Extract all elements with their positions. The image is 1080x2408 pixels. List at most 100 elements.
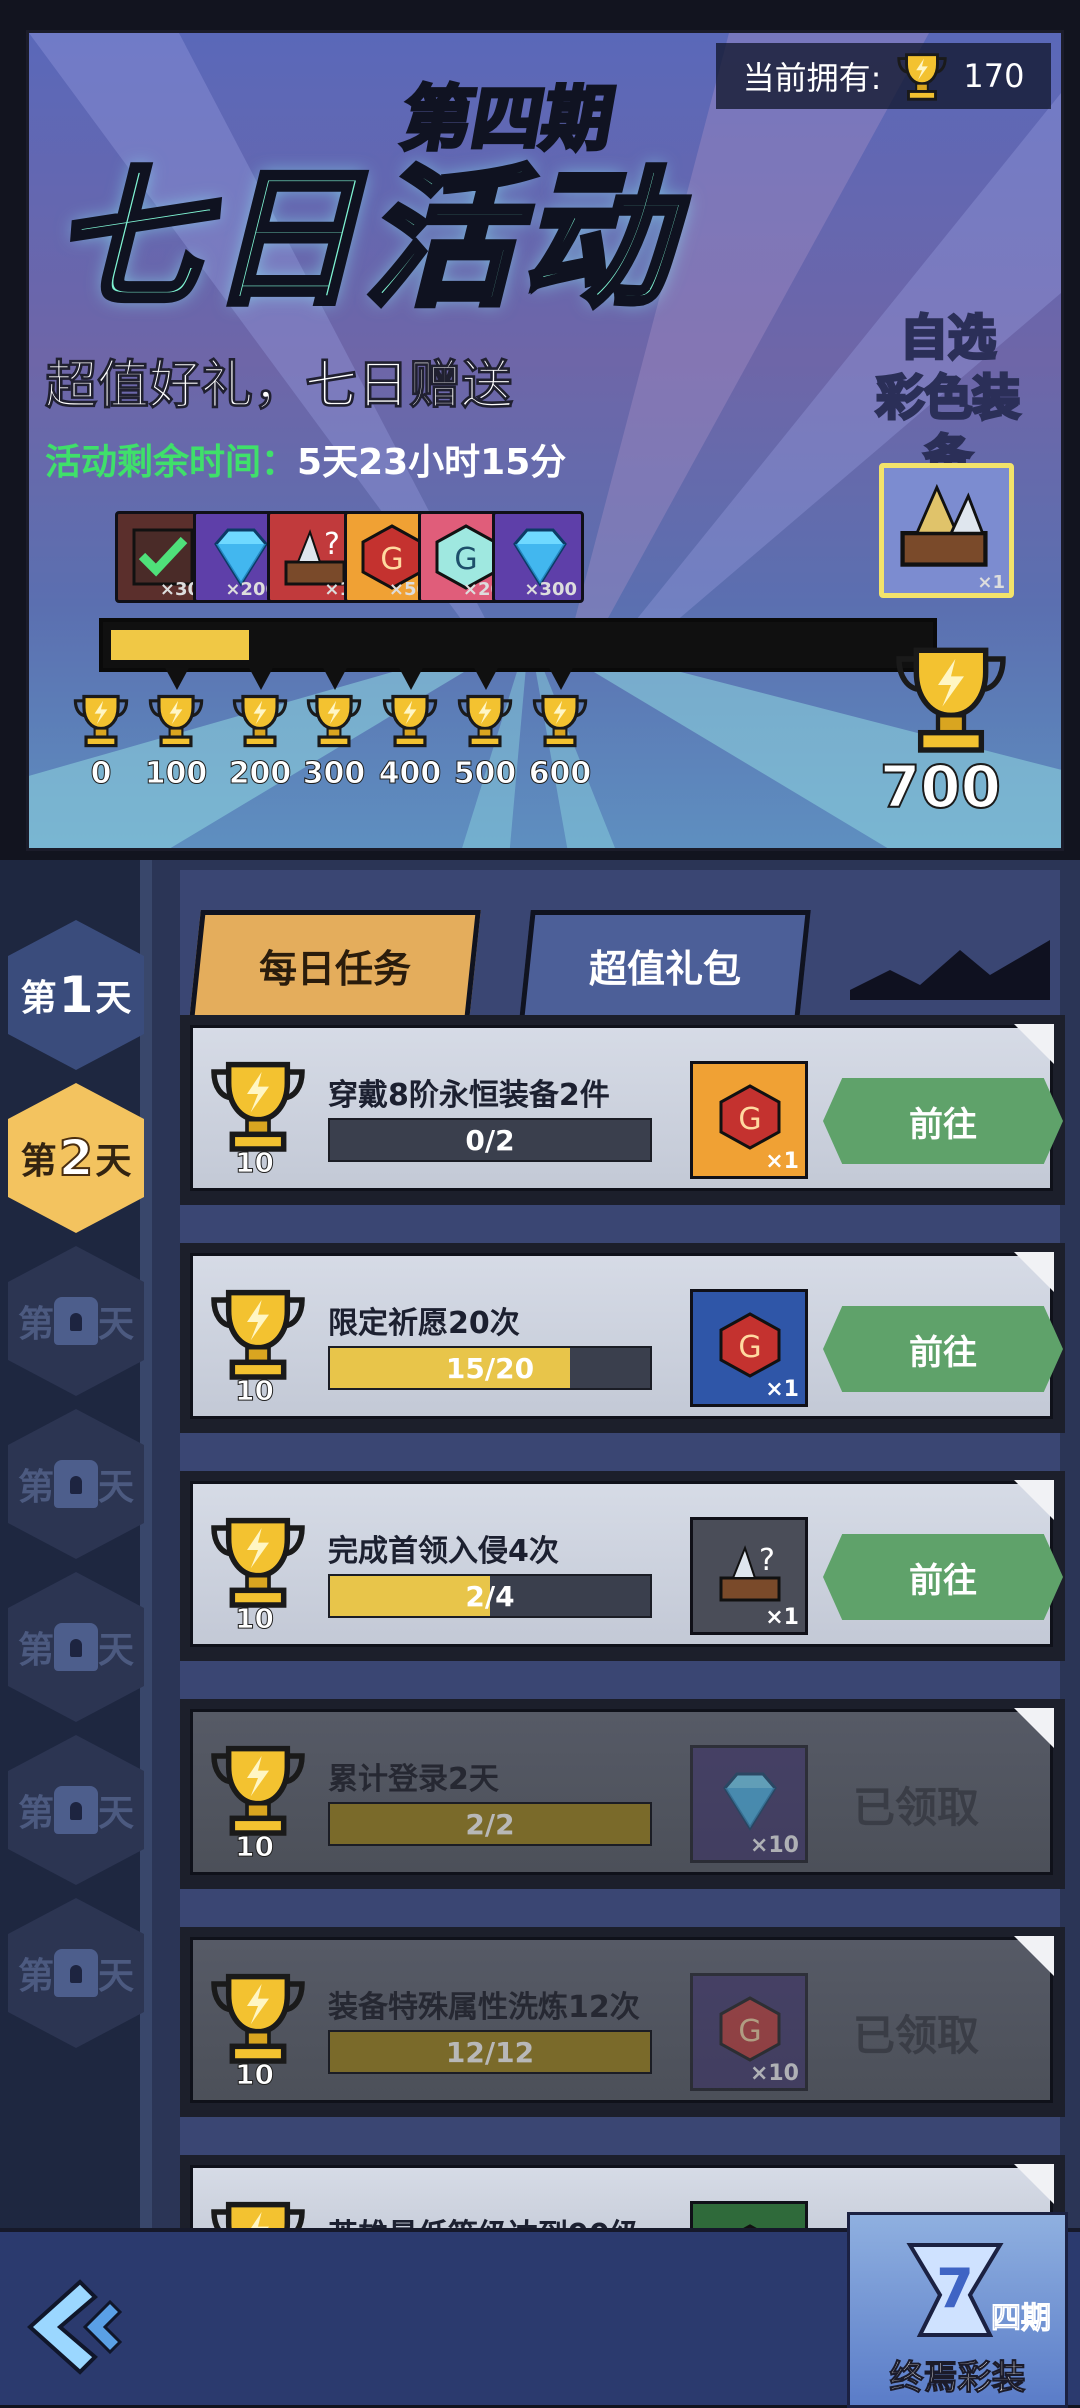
trophy-icon bbox=[457, 694, 513, 748]
task-trophy-icon bbox=[203, 1050, 313, 1160]
svg-text:?: ? bbox=[759, 1543, 775, 1578]
back-button[interactable] bbox=[20, 2277, 150, 2377]
timer-value: 5天23小时15分 bbox=[297, 442, 567, 483]
task-points: 10 bbox=[235, 2058, 275, 2092]
task-progress-text: 15/20 bbox=[445, 1352, 535, 1385]
task-reward-count: ×10 bbox=[749, 2061, 799, 2086]
day-prefix: 第 bbox=[17, 1467, 54, 1508]
task-reward-item[interactable]: ×10 bbox=[690, 1745, 808, 1863]
claimed-status: 已领取 bbox=[853, 1783, 980, 1832]
lock-icon bbox=[54, 1949, 98, 1997]
day-suffix: 天 bbox=[98, 1630, 135, 1671]
trophy-icon bbox=[148, 694, 204, 748]
milestone-reward-diamond-icon[interactable]: ×300 bbox=[492, 511, 584, 603]
day-suffix: 天 bbox=[98, 1304, 135, 1345]
task-points: 10 bbox=[235, 1602, 275, 1636]
milestone-marker bbox=[547, 664, 575, 690]
card-corner bbox=[1014, 1024, 1054, 1064]
card-corner bbox=[1014, 1708, 1054, 1748]
milestone-marker bbox=[163, 664, 191, 690]
milestone-marker bbox=[397, 664, 425, 690]
task-trophy-icon bbox=[203, 1506, 313, 1616]
task-row: 10 装备特殊属性洗炼12次 12/12 G ×10 已领取 bbox=[180, 1927, 1065, 2117]
svg-text:G: G bbox=[738, 2014, 761, 2049]
day-prefix: 第 bbox=[17, 1304, 54, 1345]
milestone-600: 600 bbox=[515, 688, 605, 792]
card-corner bbox=[1014, 2164, 1054, 2204]
trophy-icon bbox=[211, 1745, 305, 1836]
sidebar-rail bbox=[140, 860, 152, 2260]
task-progress-bar: 2/4 bbox=[328, 1574, 652, 1618]
task-card: 10 限定祈愿20次 15/20 G ×1 前往 bbox=[190, 1252, 1063, 1419]
task-row: 10 限定祈愿20次 15/20 G ×1 前往 bbox=[180, 1243, 1065, 1433]
day-prefix: 第 bbox=[17, 1793, 54, 1834]
task-progress-bar: 2/2 bbox=[328, 1802, 652, 1846]
task-points: 10 bbox=[235, 1830, 275, 1864]
milestone-reward-color-equip-chest-icon[interactable]: ×1 bbox=[879, 463, 1014, 598]
day-prefix: 第 bbox=[20, 978, 57, 1019]
task-progress-bar: 12/12 bbox=[328, 2030, 652, 2074]
claimed-status: 已领取 bbox=[853, 2011, 980, 2060]
trophy-icon bbox=[532, 694, 588, 748]
card-corner bbox=[1014, 1480, 1054, 1520]
event-banner: 第四期 七日活动 当前拥有: 170 超值好礼，七日赠送 活动剩余时间：5天23… bbox=[26, 30, 1064, 851]
go-button[interactable]: 前往 bbox=[823, 1306, 1063, 1392]
task-progress-text: 12/12 bbox=[445, 2036, 535, 2069]
task-reward-count: ×1 bbox=[765, 1605, 799, 1630]
trophy-icon bbox=[211, 1517, 305, 1608]
task-card: 10 累计登录2天 2/2 ×10 已领取 bbox=[190, 1708, 1054, 1875]
trophy-icon bbox=[897, 53, 948, 101]
event-subtitle: 超值好礼，七日赠送 bbox=[44, 356, 514, 417]
day-suffix: 天 bbox=[98, 1793, 135, 1834]
trophy-icon bbox=[211, 1289, 305, 1380]
task-panel: 第1天第2天第天第天第天第天第天 每日任务 超值礼包 10 穿戴8阶永恒装备2件… bbox=[0, 860, 1080, 2320]
owned-points: 当前拥有: 170 bbox=[716, 43, 1051, 109]
task-reward-item[interactable]: G ×1 bbox=[690, 1289, 808, 1407]
day-suffix: 天 bbox=[98, 1956, 135, 1997]
owned-value: 170 bbox=[963, 57, 1025, 95]
day-number: 2 bbox=[58, 1128, 95, 1188]
reward-count: ×300 bbox=[524, 579, 577, 600]
points-progress-bar bbox=[99, 618, 937, 672]
timer-label: 活动剩余时间： bbox=[45, 442, 298, 483]
task-description: 完成首领入侵4次 bbox=[328, 1534, 559, 1569]
svg-text:G: G bbox=[454, 542, 477, 577]
owned-label: 当前拥有: bbox=[742, 59, 882, 97]
task-reward-item[interactable]: G ×1 bbox=[690, 1061, 808, 1179]
svg-text:G: G bbox=[738, 1330, 761, 1365]
select-color-equipment-label: 自选 彩色装备 bbox=[853, 308, 1043, 488]
tab-value-packs[interactable]: 超值礼包 bbox=[519, 910, 811, 1020]
milestone-marker bbox=[321, 664, 349, 690]
day-number: 1 bbox=[58, 966, 94, 1024]
tab-daily-tasks[interactable]: 每日任务 bbox=[189, 910, 481, 1020]
svg-text:?: ? bbox=[324, 527, 340, 562]
trophy-icon bbox=[73, 694, 129, 748]
svg-text:G: G bbox=[738, 1102, 761, 1137]
trophy-icon bbox=[211, 1973, 305, 2064]
day-suffix: 天 bbox=[95, 1141, 132, 1182]
bottom-bar: 7 四期 终焉彩装 bbox=[0, 2212, 1080, 2408]
task-reward-item[interactable]: ? ×1 bbox=[690, 1517, 808, 1635]
final-color-equipment-button[interactable]: 7 四期 终焉彩装 bbox=[847, 2212, 1068, 2408]
milestone-value: 100 bbox=[144, 756, 208, 792]
task-progress-bar: 15/20 bbox=[328, 1346, 652, 1390]
event-timer: 活动剩余时间：5天23小时15分 bbox=[45, 433, 566, 485]
final-milestone-value: 700 bbox=[879, 752, 1002, 822]
final-trophy-icon bbox=[896, 647, 1006, 753]
task-reward-count: ×1 bbox=[765, 1377, 799, 1402]
task-description: 限定祈愿20次 bbox=[328, 1306, 520, 1341]
go-button[interactable]: 前往 bbox=[823, 1078, 1063, 1164]
task-row: 10 累计登录2天 2/2 ×10 已领取 bbox=[180, 1699, 1065, 1889]
task-reward-item[interactable]: G ×10 bbox=[690, 1973, 808, 2091]
task-description: 累计登录2天 bbox=[328, 1762, 499, 1797]
task-trophy-icon bbox=[203, 1734, 313, 1844]
reward-count: ×1 bbox=[977, 572, 1005, 593]
lock-icon bbox=[54, 1297, 98, 1345]
day-prefix: 第 bbox=[17, 1630, 54, 1671]
task-description: 装备特殊属性洗炼12次 bbox=[328, 1990, 640, 2025]
points-progress-fill bbox=[111, 630, 250, 660]
go-button[interactable]: 前往 bbox=[823, 1534, 1063, 1620]
milestone-marker bbox=[247, 664, 275, 690]
task-row: 10 穿戴8阶永恒装备2件 0/2 G ×1 前往 bbox=[180, 1015, 1065, 1205]
task-description: 穿戴8阶永恒装备2件 bbox=[328, 1078, 610, 1113]
